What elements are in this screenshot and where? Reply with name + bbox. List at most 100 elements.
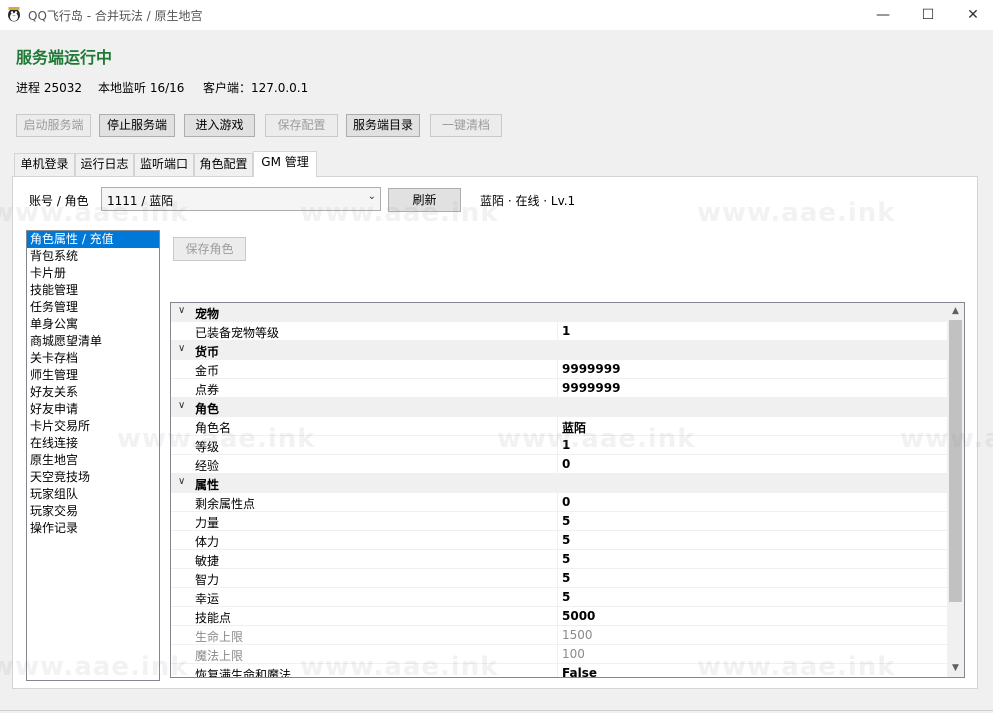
property-row[interactable]: 恢复满生命和魔法 False: [171, 664, 947, 677]
property-category[interactable]: ∨ 属性: [171, 474, 947, 493]
chevron-down-icon: ⌄: [367, 191, 376, 202]
list-item[interactable]: 玩家交易: [27, 503, 159, 520]
list-item[interactable]: 任务管理: [27, 299, 159, 316]
property-row[interactable]: 体力 5: [171, 531, 947, 550]
scroll-up-icon[interactable]: ▲: [947, 303, 964, 320]
enter-game-button[interactable]: 进入游戏: [184, 114, 255, 137]
property-row[interactable]: 力量 5: [171, 512, 947, 531]
property-value[interactable]: 1: [562, 438, 570, 452]
stop-server-button[interactable]: 停止服务端: [99, 114, 175, 137]
list-item[interactable]: 好友申请: [27, 401, 159, 418]
property-category-name: 角色: [195, 402, 220, 416]
property-value[interactable]: 5000: [562, 609, 595, 623]
list-item[interactable]: 天空竞技场: [27, 469, 159, 486]
property-row[interactable]: 智力 5: [171, 569, 947, 588]
scroll-down-icon[interactable]: ▼: [947, 660, 964, 677]
property-row[interactable]: 剩余属性点 0: [171, 493, 947, 512]
property-row[interactable]: 已装备宠物等级 1: [171, 322, 947, 341]
property-row[interactable]: 角色名 蓝陌: [171, 417, 947, 436]
property-value[interactable]: 1: [562, 324, 570, 338]
column-divider: [557, 569, 558, 588]
property-category[interactable]: ∨ 角色: [171, 398, 947, 417]
tab-single-login[interactable]: 单机登录: [14, 153, 75, 176]
scroll-thumb[interactable]: [949, 320, 962, 602]
list-item[interactable]: 卡片交易所: [27, 418, 159, 435]
account-role-label: 账号 / 角色: [29, 194, 89, 208]
maximize-button[interactable]: ☐: [905, 0, 951, 30]
tab-listen-ports[interactable]: 监听端口: [134, 153, 194, 176]
minimize-button[interactable]: —: [860, 0, 906, 30]
save-config-button[interactable]: 保存配置: [265, 114, 338, 137]
list-item[interactable]: 好友关系: [27, 384, 159, 401]
column-divider: [557, 626, 558, 645]
property-value[interactable]: 5: [562, 590, 570, 604]
list-item[interactable]: 商城愿望清单: [27, 333, 159, 350]
list-item[interactable]: 师生管理: [27, 367, 159, 384]
chevron-down-icon[interactable]: ∨: [178, 305, 185, 316]
refresh-button[interactable]: 刷新: [388, 188, 461, 212]
property-row[interactable]: 幸运 5: [171, 588, 947, 607]
property-category-name: 货币: [195, 345, 220, 359]
property-value[interactable]: 蓝陌: [562, 419, 586, 436]
category-list[interactable]: 角色属性 / 充值 背包系统 卡片册 技能管理 任务管理 单身公寓 商城愿望清单 关卡存档 师生…: [26, 230, 160, 681]
column-divider: [557, 607, 558, 626]
start-server-button[interactable]: 启动服务端: [16, 114, 91, 137]
property-value[interactable]: 100: [562, 647, 585, 661]
property-value[interactable]: 0: [562, 457, 570, 471]
list-item[interactable]: 单身公寓: [27, 316, 159, 333]
column-divider: [557, 645, 558, 664]
tab-run-log[interactable]: 运行日志: [75, 153, 134, 176]
property-name: 等级: [195, 440, 220, 454]
chevron-down-icon[interactable]: ∨: [178, 400, 185, 411]
property-row[interactable]: 经验 0: [171, 455, 947, 474]
server-directory-button[interactable]: 服务端目录: [346, 114, 420, 137]
list-item[interactable]: 背包系统: [27, 248, 159, 265]
clean-data-button[interactable]: 一键清档: [430, 114, 502, 137]
property-name: 金币: [195, 364, 220, 378]
chevron-down-icon[interactable]: ∨: [178, 476, 185, 487]
property-row[interactable]: 等级 1: [171, 436, 947, 455]
app-penguin-icon: [8, 7, 20, 22]
property-grid[interactable]: ∨ 宠物 已装备宠物等级 1 ∨ 货币金币 9999999 点券 9999999 ∨ 角色 角色名 蓝陌…: [170, 302, 965, 678]
close-button[interactable]: ✕: [950, 0, 993, 30]
title-bar: QQ飞行岛 - 合并玩法 / 原生地宫 — ☐ ✕: [0, 0, 993, 30]
tab-role-config[interactable]: 角色配置: [194, 153, 253, 176]
property-value[interactable]: 9999999: [562, 362, 620, 376]
character-summary: 蓝陌 · 在线 · Lv.1: [480, 194, 576, 208]
property-name: 魔法上限: [195, 649, 244, 663]
chevron-down-icon[interactable]: ∨: [178, 343, 185, 354]
property-name: 力量: [195, 516, 220, 530]
property-value[interactable]: 0: [562, 495, 570, 509]
property-row[interactable]: 魔法上限 100: [171, 645, 947, 664]
list-item[interactable]: 技能管理: [27, 282, 159, 299]
property-row[interactable]: 生命上限 1500: [171, 626, 947, 645]
save-role-button[interactable]: 保存角色: [173, 237, 246, 261]
list-item[interactable]: 在线连接: [27, 435, 159, 452]
property-name: 点券: [195, 383, 220, 397]
account-role-select[interactable]: 1111 / 蓝陌 ⌄: [101, 187, 381, 211]
property-category[interactable]: ∨ 宠物: [171, 303, 947, 322]
list-item[interactable]: 关卡存档: [27, 350, 159, 367]
list-item[interactable]: 操作记录: [27, 520, 159, 537]
tab-gm-management[interactable]: GM 管理: [253, 151, 317, 177]
column-divider: [557, 493, 558, 512]
property-value[interactable]: 5: [562, 533, 570, 547]
column-divider: [557, 417, 558, 436]
list-item[interactable]: 卡片册: [27, 265, 159, 282]
property-row[interactable]: 点券 9999999: [171, 379, 947, 398]
property-value[interactable]: 5: [562, 552, 570, 566]
list-item[interactable]: 原生地宫: [27, 452, 159, 469]
property-value[interactable]: 9999999: [562, 381, 620, 395]
property-name: 体力: [195, 535, 220, 549]
property-value[interactable]: 5: [562, 571, 570, 585]
list-item[interactable]: 角色属性 / 充值: [27, 231, 159, 248]
property-row[interactable]: 技能点 5000: [171, 607, 947, 626]
property-category[interactable]: ∨ 货币: [171, 341, 947, 360]
property-row[interactable]: 金币 9999999: [171, 360, 947, 379]
property-value[interactable]: 5: [562, 514, 570, 528]
property-row[interactable]: 敏捷 5: [171, 550, 947, 569]
list-item[interactable]: 玩家组队: [27, 486, 159, 503]
property-value[interactable]: False: [562, 666, 597, 677]
property-grid-scrollbar[interactable]: ▲ ▼: [947, 303, 964, 677]
property-value[interactable]: 1500: [562, 628, 593, 642]
